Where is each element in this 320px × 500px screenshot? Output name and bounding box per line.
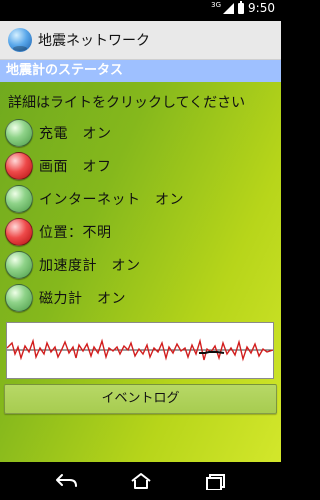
screen: 3G 9:50 地震ネットワーク 地震計のステータス 詳細はライトをクリックして… — [0, 0, 281, 500]
status-label: 位置：不明 — [39, 224, 112, 241]
network-type: 3G — [211, 1, 222, 9]
waveform-svg — [7, 338, 273, 362]
battery-icon — [238, 1, 245, 14]
status-bar: 3G 9:50 — [0, 0, 281, 21]
main-content: 地震計のステータス 詳細はライトをクリックしてください 充電 オン 画面 オフ … — [0, 60, 281, 462]
action-bar: 地震ネットワーク — [0, 21, 281, 60]
signal-icon — [223, 3, 235, 14]
status-label: 磁力計 オン — [39, 290, 126, 307]
status-row-screen[interactable]: 画面 オフ — [0, 149, 281, 182]
status-row-accelerometer[interactable]: 加速度計 オン — [0, 248, 281, 281]
event-log-button[interactable]: イベントログ — [4, 384, 277, 414]
status-row-internet[interactable]: インターネット オン — [0, 182, 281, 215]
green-light-icon[interactable] — [5, 118, 33, 147]
status-row-magnetometer[interactable]: 磁力計 オン — [0, 281, 281, 314]
status-label: インターネット オン — [39, 191, 184, 208]
red-light-icon[interactable] — [5, 151, 33, 180]
red-light-icon[interactable] — [5, 217, 33, 246]
green-light-icon[interactable] — [5, 184, 33, 213]
home-icon[interactable] — [129, 472, 153, 490]
status-row-charging[interactable]: 充電 オン — [0, 116, 281, 149]
recent-apps-icon[interactable] — [206, 472, 228, 490]
back-icon[interactable] — [54, 472, 79, 490]
status-label: 加速度計 オン — [39, 257, 141, 274]
navigation-bar — [0, 462, 281, 500]
status-label: 充電 オン — [39, 125, 112, 142]
clock: 9:50 — [248, 1, 275, 15]
green-light-icon[interactable] — [5, 283, 33, 312]
status-label: 画面 オフ — [39, 158, 112, 175]
section-header: 地震計のステータス — [0, 60, 281, 82]
globe-icon[interactable] — [8, 28, 32, 52]
status-row-location[interactable]: 位置：不明 — [0, 215, 281, 248]
green-light-icon[interactable] — [5, 250, 33, 279]
app-title: 地震ネットワーク — [38, 33, 150, 49]
status-icons: 3G 9:50 — [211, 1, 275, 15]
instruction-text: 詳細はライトをクリックしてください — [8, 95, 246, 111]
status-list: 充電 オン 画面 オフ インターネット オン 位置：不明 加速度計 オン 磁力計… — [0, 116, 281, 314]
seismic-waveform-graph — [6, 322, 274, 379]
waveform-marker — [199, 351, 225, 354]
